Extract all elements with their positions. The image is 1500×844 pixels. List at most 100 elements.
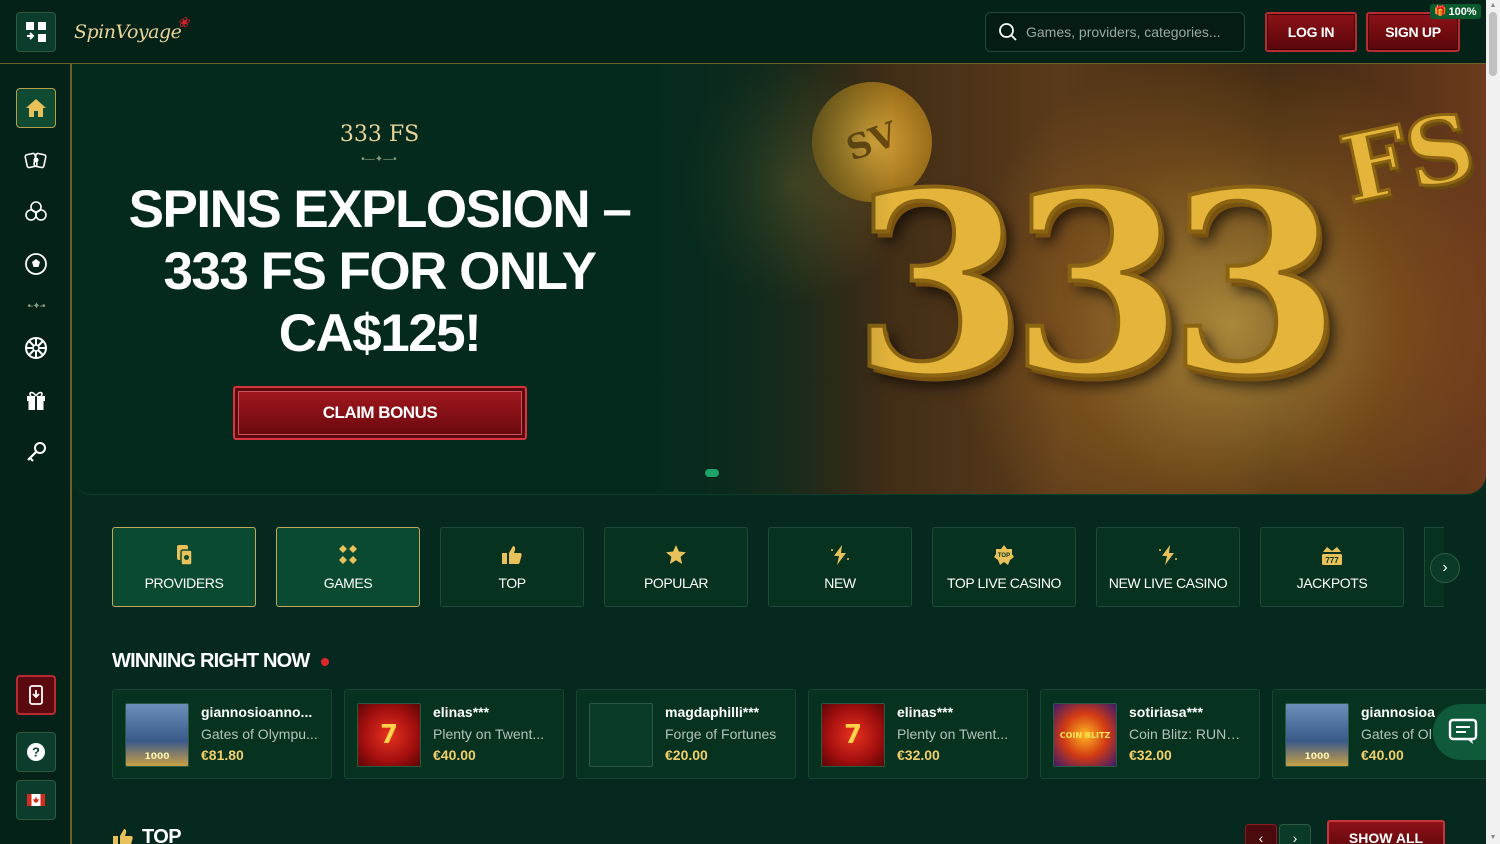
- category-label: JACKPOTS: [1296, 574, 1368, 591]
- category-jackpots[interactable]: 777 JACKPOTS: [1260, 527, 1404, 607]
- live-indicator-icon: [321, 657, 330, 666]
- winner-game: Plenty on Twent...: [897, 726, 1009, 742]
- winners-list: 1000 giannosioanno... Gates of Olympu...…: [112, 689, 1486, 779]
- top-prev-button[interactable]: ‹: [1245, 824, 1277, 844]
- categories-next-button[interactable]: ›: [1430, 553, 1460, 583]
- search-box[interactable]: [985, 12, 1245, 52]
- live-chat-button[interactable]: [1433, 704, 1493, 760]
- category-label: POPULAR: [643, 574, 709, 591]
- soccer-ball-icon: [25, 253, 47, 275]
- winning-now-heading: WINNING RIGHT NOW: [112, 650, 330, 673]
- menu-grid-icon: [26, 22, 46, 42]
- top-next-button[interactable]: ›: [1279, 824, 1311, 844]
- category-new-live-casino[interactable]: NEW LIVE CASINO: [1096, 527, 1240, 607]
- category-top[interactable]: TOP: [440, 527, 584, 607]
- download-phone-icon: [29, 685, 43, 705]
- category-label: TOP LIVE CASINO: [946, 574, 1062, 591]
- category-bar: PROVIDERS GAMES TOP POPULAR NEW TOP TOP …: [112, 527, 1464, 607]
- winner-game: Plenty on Twent...: [433, 726, 545, 742]
- winner-amount: €81.80: [201, 747, 244, 763]
- category-label: PROVIDERS: [144, 574, 224, 591]
- winner-game: Coin Blitz: RUNNI...: [1129, 726, 1249, 742]
- winner-username: sotiriasa***: [1129, 704, 1203, 720]
- top-badge-icon: TOP: [994, 544, 1014, 565]
- menu-toggle-button[interactable]: [16, 12, 56, 52]
- thumbs-up-icon: [502, 545, 522, 564]
- game-thumbnail[interactable]: 7: [821, 703, 885, 767]
- category-label: NEW: [824, 574, 856, 591]
- rose-icon: ❀: [177, 15, 189, 31]
- show-all-button[interactable]: SHOW ALL: [1327, 820, 1445, 844]
- scroll-up-arrow-icon[interactable]: ▲: [1489, 2, 1497, 10]
- chips-icon: [25, 201, 47, 221]
- lightning-icon: [831, 544, 849, 565]
- claim-bonus-button[interactable]: CLAIM BONUS: [233, 386, 527, 440]
- winner-amount: €32.00: [1129, 747, 1172, 763]
- category-providers[interactable]: PROVIDERS: [112, 527, 256, 607]
- carousel-dots: [705, 469, 895, 477]
- winner-card[interactable]: COIN BLITZ sotiriasa*** Coin Blitz: RUNN…: [1040, 689, 1260, 779]
- canada-flag-icon: [27, 794, 45, 806]
- language-button[interactable]: [16, 780, 56, 820]
- sidebar-item-promotions[interactable]: [16, 380, 56, 420]
- games-icon: [339, 544, 357, 564]
- winner-username: elinas***: [433, 704, 490, 720]
- game-thumbnail[interactable]: 1000: [1285, 703, 1349, 767]
- winner-card[interactable]: 7 elinas*** Plenty on Twent... €32.00: [808, 689, 1028, 779]
- game-thumbnail[interactable]: [589, 703, 653, 767]
- winner-amount: €40.00: [1361, 747, 1404, 763]
- hero-art-number: 333: [850, 137, 1344, 431]
- winner-username: elinas***: [897, 704, 954, 720]
- winner-amount: €32.00: [897, 747, 940, 763]
- winner-card[interactable]: 1000 giannosioanno... Gates of Olympu...…: [112, 689, 332, 779]
- scrollbar-thumb[interactable]: [1489, 12, 1497, 76]
- sidebar-item-tournaments[interactable]: [16, 432, 56, 472]
- winner-card[interactable]: 7 elinas*** Plenty on Twent... €40.00: [344, 689, 564, 779]
- sidebar-item-sports[interactable]: [16, 244, 56, 284]
- carousel-dot-active[interactable]: [705, 469, 719, 477]
- winner-card[interactable]: magdaphilli*** Forge of Fortunes €20.00: [576, 689, 796, 779]
- game-thumbnail[interactable]: 7: [357, 703, 421, 767]
- thumbs-up-icon: [113, 828, 133, 844]
- category-top-live-casino[interactable]: TOP TOP LIVE CASINO: [932, 527, 1076, 607]
- help-button[interactable]: ?: [16, 732, 56, 772]
- sidebar: •-✦-• ?: [0, 64, 72, 844]
- category-popular[interactable]: POPULAR: [604, 527, 748, 607]
- winner-game: Forge of Fortunes: [665, 726, 777, 742]
- winner-amount: €20.00: [665, 747, 708, 763]
- category-new[interactable]: NEW: [768, 527, 912, 607]
- ornament-divider: •—✦—•: [361, 154, 397, 165]
- hero-subtitle: 333 FS: [339, 122, 420, 147]
- gift-icon: [27, 391, 45, 410]
- chevron-left-icon: ‹: [1258, 830, 1264, 844]
- login-button[interactable]: LOG IN: [1265, 12, 1357, 52]
- sidebar-item-wheel[interactable]: [16, 328, 56, 368]
- chevron-right-icon: ›: [1442, 559, 1448, 576]
- scroll-down-arrow-icon[interactable]: ▼: [1489, 834, 1497, 842]
- install-app-button[interactable]: [16, 675, 56, 715]
- sidebar-item-home[interactable]: [16, 88, 56, 128]
- search-input[interactable]: [1026, 24, 1236, 40]
- claim-bonus-label: CLAIM BONUS: [238, 391, 522, 435]
- lightning-icon: [1159, 544, 1177, 565]
- providers-icon: [177, 544, 193, 566]
- winning-now-title: WINNING RIGHT NOW: [112, 650, 310, 672]
- key-icon: [27, 442, 46, 462]
- game-thumbnail[interactable]: 1000: [125, 703, 189, 767]
- category-games[interactable]: GAMES: [276, 527, 420, 607]
- category-label: TOP: [498, 574, 526, 591]
- bonus-badge: 🎁 100%: [1430, 4, 1481, 19]
- chat-icon: [1448, 718, 1478, 744]
- search-icon: [999, 23, 1017, 41]
- page-scrollbar[interactable]: ▲ ▼: [1486, 0, 1500, 844]
- logo[interactable]: SpinVoyage ❀: [74, 12, 189, 52]
- game-thumbnail[interactable]: COIN BLITZ: [1053, 703, 1117, 767]
- star-icon: [666, 544, 686, 564]
- winner-username: magdaphilli***: [665, 704, 760, 720]
- top-section-heading: TOP: [112, 826, 182, 844]
- gift-icon: 🎁: [1434, 6, 1447, 17]
- winner-username: giannosioanno...: [201, 704, 313, 720]
- sidebar-item-live-casino[interactable]: [16, 140, 56, 180]
- sidebar-item-games[interactable]: [16, 192, 56, 232]
- jackpot-icon: 777: [1322, 546, 1342, 565]
